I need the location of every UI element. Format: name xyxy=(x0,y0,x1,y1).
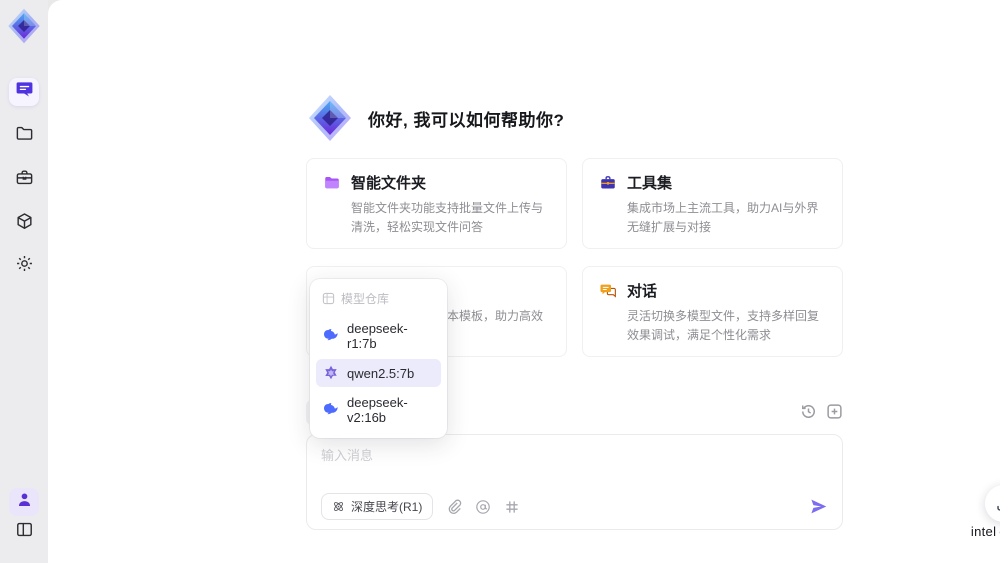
card-toolset[interactable]: 工具集 集成市场上主流工具，助力AI与外界无缝扩展与对接 xyxy=(582,158,843,250)
paperclip-icon[interactable] xyxy=(446,499,462,515)
model-option-label: deepseek-r1:7b xyxy=(347,321,408,351)
toolbox-icon xyxy=(601,175,615,189)
gem-logo-icon xyxy=(306,94,354,142)
deepseek-icon xyxy=(324,403,338,415)
user-icon xyxy=(15,490,34,514)
new-chat-icon[interactable] xyxy=(826,403,843,420)
message-composer: 深度思考(R1) xyxy=(306,434,843,530)
composer-toolbar: 深度思考(R1) xyxy=(321,493,828,520)
model-option-deepseek-r1[interactable]: deepseek-r1:7b xyxy=(316,315,441,357)
gem-logo-icon xyxy=(6,8,42,44)
card-title: 工具集 xyxy=(627,175,673,192)
chat-bubble-icon xyxy=(600,284,616,298)
sidebar-item-folders[interactable] xyxy=(9,122,39,150)
sidebar-item-chat[interactable] xyxy=(9,78,39,106)
app-window: 你好, 我可以如何帮助你? 智能文件夹 智能文件夹功能支持批量文件上传与清洗，轻… xyxy=(0,0,1000,563)
folder-purple-icon xyxy=(325,176,339,188)
model-repo-menu-item[interactable]: 模型仓库 xyxy=(316,286,441,313)
card-description: 灵活切换多模型文件，支持多样回复效果调试，满足个性化需求 xyxy=(627,309,820,342)
intel-core-badge: intelCORE ULTRA xyxy=(970,524,1000,546)
intel-wordmark: intel xyxy=(970,524,997,539)
download-button[interactable] xyxy=(985,485,1000,522)
sidebar xyxy=(0,0,48,563)
model-repo-label: 模型仓库 xyxy=(341,292,390,306)
chat-icon xyxy=(15,80,34,104)
model-dropdown-menu: 模型仓库 deepseek-r1:7b qwen2.5:7b deepseek-… xyxy=(310,279,447,438)
history-icon[interactable] xyxy=(800,403,817,420)
model-option-deepseek-v2[interactable]: deepseek-v2:16b xyxy=(316,389,441,431)
badge-subtext: ULTRA xyxy=(970,540,1000,546)
repo-box-icon xyxy=(322,292,335,305)
atom-icon xyxy=(334,502,343,511)
card-conversation[interactable]: 对话 灵活切换多模型文件，支持多样回复效果调试，满足个性化需求 xyxy=(582,266,843,358)
model-option-label: qwen2.5:7b xyxy=(347,365,415,381)
model-option-label: deepseek-v2:16b xyxy=(347,395,408,425)
qwen-icon xyxy=(325,365,337,380)
cube-icon xyxy=(15,212,34,236)
card-title: 对话 xyxy=(627,283,658,301)
at-circle-icon[interactable] xyxy=(475,499,491,515)
folder-icon xyxy=(15,124,34,148)
greeting-title: 你好, 我可以如何帮助你? xyxy=(368,110,565,130)
deepseek-icon xyxy=(324,329,338,341)
deep-think-label: 深度思考(R1) xyxy=(351,500,423,514)
card-title: 智能文件夹 xyxy=(351,175,427,192)
grid-icon[interactable] xyxy=(504,499,520,515)
sidebar-item-models[interactable] xyxy=(9,210,39,238)
sidebar-item-settings[interactable] xyxy=(9,252,39,280)
panel-toggle-icon xyxy=(15,520,34,544)
model-option-qwen[interactable]: qwen2.5:7b xyxy=(316,359,441,387)
card-description: 集成市场上主流工具，助力AI与外界无缝扩展与对接 xyxy=(627,201,819,234)
greeting-header: 你好, 我可以如何帮助你? xyxy=(306,94,843,142)
main-panel: 你好, 我可以如何帮助你? 智能文件夹 智能文件夹功能支持批量文件上传与清洗，轻… xyxy=(48,0,1000,563)
message-input[interactable] xyxy=(321,445,828,485)
sidebar-item-collapse[interactable] xyxy=(9,518,39,546)
send-icon[interactable] xyxy=(809,497,828,516)
download-icon xyxy=(997,501,1000,511)
card-smart-folder[interactable]: 智能文件夹 智能文件夹功能支持批量文件上传与清洗，轻松实现文件问答 xyxy=(306,158,567,250)
card-description: 智能文件夹功能支持批量文件上传与清洗，轻松实现文件问答 xyxy=(351,201,544,234)
sidebar-item-account[interactable] xyxy=(9,488,39,516)
toolbox-icon xyxy=(15,168,34,192)
settings-icon xyxy=(15,254,34,278)
deep-think-toggle[interactable]: 深度思考(R1) xyxy=(321,493,434,520)
sidebar-item-tools[interactable] xyxy=(9,166,39,194)
